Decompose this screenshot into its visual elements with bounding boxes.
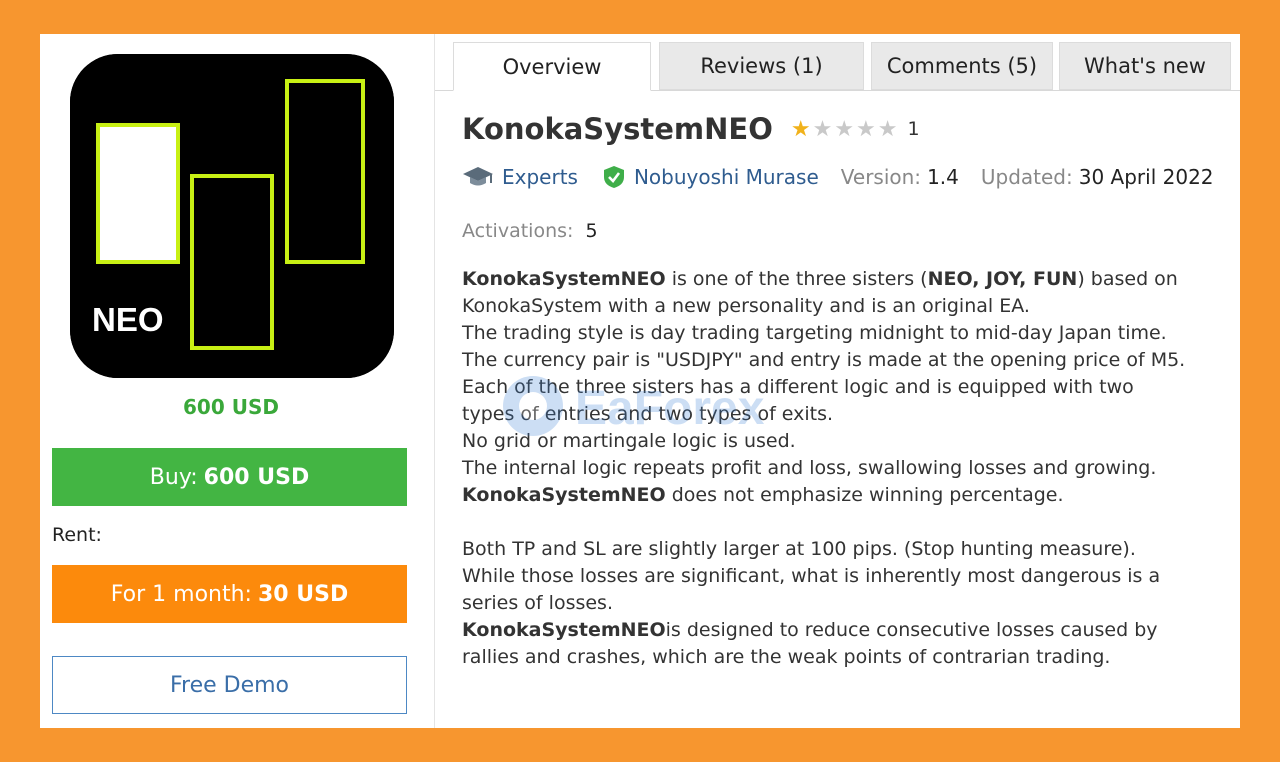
- meta-row: Experts Nobuyoshi Murase Version: 1.4 Up…: [462, 165, 1214, 189]
- description-line: KonokaSystem with a new personality and …: [462, 295, 1030, 317]
- description-line: The internal logic repeats profit and lo…: [462, 457, 1157, 479]
- activations-value: 5: [585, 220, 598, 242]
- product-title: KonokaSystemNEO: [462, 112, 773, 146]
- activations-label: Activations:: [462, 220, 574, 242]
- rating-count: 1: [907, 118, 920, 140]
- description-line: KonokaSystemNEO is one of the three sist…: [462, 268, 1178, 290]
- version-label: Version:: [840, 165, 922, 189]
- rent-1-month-button[interactable]: For 1 month: 30 USD: [52, 565, 407, 623]
- star-icon: ★: [812, 116, 835, 142]
- product-details: Overview Reviews (1) Comments (5) What's…: [435, 34, 1240, 728]
- version-value: 1.4: [927, 165, 959, 189]
- description-line: rallies and crashes, which are the weak …: [462, 646, 1111, 668]
- description-line: The trading style is day trading targeti…: [462, 322, 1167, 344]
- buy-label: Buy:: [149, 464, 198, 490]
- watermark: EaForex: [495, 364, 915, 454]
- buy-button[interactable]: Buy: 600 USD: [52, 448, 407, 506]
- logo-text: NEO: [92, 301, 164, 338]
- description-line: KonokaSystemNEO does not emphasize winni…: [462, 484, 1064, 506]
- title-row: KonokaSystemNEO ★★★★★ 1: [462, 112, 920, 146]
- star-icon: ★: [834, 116, 857, 142]
- tab-bar: Overview Reviews (1) Comments (5) What's…: [435, 42, 1240, 91]
- updated-value: 30 April 2022: [1078, 165, 1214, 189]
- description: KonokaSystemNEO is one of the three sist…: [462, 266, 1237, 671]
- purchase-panel: NEO 600 USD Buy: 600 USD Rent: For 1 mon…: [40, 34, 435, 728]
- star-icon: ★: [877, 116, 900, 142]
- verified-shield-icon: [602, 165, 626, 189]
- free-demo-button[interactable]: Free Demo: [52, 656, 407, 714]
- rating-stars[interactable]: ★★★★★: [791, 117, 900, 142]
- description-line: KonokaSystemNEOis designed to reduce con…: [462, 619, 1158, 641]
- product-card: NEO 600 USD Buy: 600 USD Rent: For 1 mon…: [40, 34, 1240, 728]
- product-price: 600 USD: [183, 395, 279, 419]
- category-link[interactable]: Experts: [502, 165, 578, 189]
- rent-option-price: 30 USD: [257, 581, 349, 607]
- product-logo: NEO: [70, 54, 394, 378]
- star-icon: ★: [856, 116, 878, 142]
- rent-option-label: For 1 month:: [110, 581, 252, 607]
- description-line: Both TP and SL are slightly larger at 10…: [462, 538, 1136, 560]
- tab-overview[interactable]: Overview: [453, 42, 651, 91]
- graduation-cap-icon: [462, 165, 494, 189]
- candle-white: [96, 123, 180, 264]
- buy-price: 600 USD: [203, 464, 310, 490]
- star-icon: ★: [790, 116, 813, 142]
- rent-label: Rent:: [52, 524, 102, 546]
- tab-comments[interactable]: Comments (5): [871, 42, 1053, 90]
- tab-reviews[interactable]: Reviews (1): [659, 42, 864, 90]
- description-line: series of losses.: [462, 592, 613, 614]
- updated-label: Updated:: [980, 165, 1073, 189]
- watermark-text: EaForex: [575, 382, 765, 435]
- description-line: While those losses are significant, what…: [462, 565, 1161, 587]
- tab-whats-new[interactable]: What's new: [1059, 42, 1231, 90]
- author-link[interactable]: Nobuyoshi Murase: [634, 165, 819, 189]
- activations: Activations: 5: [462, 220, 598, 242]
